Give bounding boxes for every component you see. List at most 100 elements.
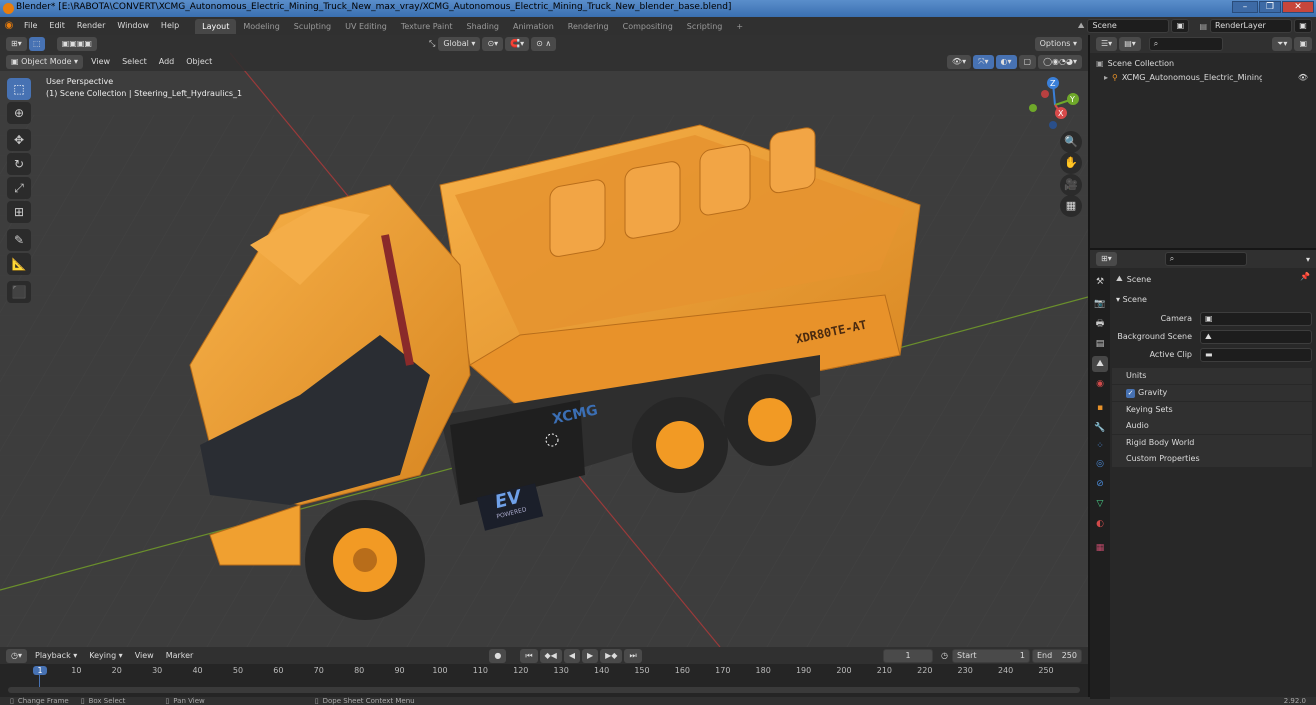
new-collection-icon[interactable]: ▣ (1294, 37, 1312, 51)
shading-mode-icon[interactable]: ◯◉◔◕▾ (1038, 55, 1082, 69)
jump-end-icon[interactable]: ⏭ (624, 648, 642, 663)
rotate-tool-icon[interactable]: ↻ (7, 153, 31, 175)
tab-rendering[interactable]: Rendering (561, 19, 616, 34)
world-tab-icon[interactable]: ◉ (1092, 376, 1108, 392)
add-cube-tool-icon[interactable]: ⬛ (7, 281, 31, 303)
annotate-tool-icon[interactable]: ✎ (7, 229, 31, 251)
current-frame-field[interactable]: 1 (883, 648, 934, 663)
menu-timeline-view[interactable]: View (129, 647, 160, 665)
object-tab-icon[interactable]: ▪ (1092, 400, 1108, 416)
active-clip-field[interactable]: ▬ (1200, 348, 1312, 362)
scene-section-header[interactable]: ▾ Scene (1116, 292, 1147, 308)
background-scene-field[interactable]: ⛰ (1200, 330, 1312, 344)
play-reverse-icon[interactable]: ◀ (563, 648, 580, 663)
menu-marker[interactable]: Marker (160, 647, 200, 665)
view-layer-selector[interactable]: RenderLayer (1210, 19, 1292, 33)
menu-view[interactable]: View (85, 53, 116, 71)
menu-file[interactable]: File (18, 17, 43, 35)
properties-editor-type-icon[interactable]: ⊞▾ (1096, 252, 1117, 266)
menu-keying[interactable]: Keying ▾ (83, 647, 128, 665)
output-tab-icon[interactable]: 🖶 (1092, 316, 1108, 332)
cursor-tool-icon[interactable]: ⊕ (7, 102, 31, 124)
visibility-eye-icon[interactable]: 👁 (1298, 73, 1308, 82)
timeline-ruler[interactable]: 1 10 20 30 40 50 60 70 80 90 100 110 120 130 140 150 160… (0, 664, 1088, 682)
display-mode-icon[interactable]: ▤▾ (1119, 37, 1141, 51)
menu-render[interactable]: Render (71, 17, 111, 35)
move-tool-icon[interactable]: ✥ (7, 129, 31, 151)
tab-compositing[interactable]: Compositing (616, 19, 680, 34)
gizmo-toggle-icon[interactable]: ⤧▾ (973, 55, 994, 69)
proportional-edit-icon[interactable]: ⊙ ∧ (531, 37, 557, 51)
zoom-icon[interactable]: 🔍 (1060, 131, 1082, 153)
audio-panel[interactable]: Audio (1112, 418, 1312, 434)
prev-keyframe-icon[interactable]: ◆◀ (539, 648, 562, 663)
add-workspace-button[interactable]: + (729, 19, 750, 34)
new-scene-icon[interactable]: ▣ (1171, 19, 1190, 33)
filter-icon[interactable]: ⏷▾ (1272, 37, 1293, 51)
units-panel[interactable]: Units (1112, 368, 1312, 384)
custom-properties-panel[interactable]: Custom Properties (1112, 451, 1312, 467)
tab-texture-paint[interactable]: Texture Paint (394, 19, 460, 34)
select-box-tool-icon[interactable]: ⬚ (7, 78, 31, 100)
jump-start-icon[interactable]: ⏮ (520, 648, 538, 663)
menu-add[interactable]: Add (153, 53, 181, 71)
camera-view-icon[interactable]: 🎥 (1060, 174, 1082, 196)
transform-tool-icon[interactable]: ⊞ (7, 201, 31, 223)
pivot-icon[interactable]: ⊙▾ (482, 37, 504, 51)
data-tab-icon[interactable]: ▽ (1092, 496, 1108, 512)
gravity-panel[interactable]: ✓ Gravity (1112, 385, 1312, 401)
scale-tool-icon[interactable]: ⤢ (7, 177, 31, 199)
physics-tab-icon[interactable]: ◎ (1092, 456, 1108, 472)
visibility-icon[interactable]: 👁▾ (946, 55, 972, 69)
view-layer-tab-icon[interactable]: ▤ (1092, 336, 1108, 352)
tab-layout[interactable]: Layout (195, 19, 237, 34)
next-keyframe-icon[interactable]: ▶◆ (600, 648, 623, 663)
gravity-checkbox[interactable]: ✓ (1126, 389, 1135, 398)
rigid-body-world-panel[interactable]: Rigid Body World (1112, 435, 1312, 451)
properties-editor[interactable]: ⊞▾ ⌕ ▾ ⚒ 📷 🖶 ▤ ⛰ ◉ ▪ 🔧 ⁘ ◎ ⊘ ▽ ◐ ▦ ⛰ Sce… (1088, 248, 1316, 699)
expand-arrow-icon[interactable]: ▸ (1104, 73, 1108, 82)
material-tab-icon[interactable]: ◐ (1092, 516, 1108, 532)
3d-viewport[interactable]: XDR80TE-AT XCMG EV POWERED ⊞▾ ⬚ ▣▣▣▣ ⤡ G… (0, 35, 1088, 647)
outliner-editor-type-icon[interactable]: ☰▾ (1096, 37, 1118, 51)
menu-window[interactable]: Window (111, 17, 155, 35)
tab-sculpting[interactable]: Sculpting (287, 19, 338, 34)
maximize-button[interactable]: ❐ (1259, 1, 1281, 13)
scene-selector[interactable]: Scene (1087, 19, 1170, 33)
menu-playback[interactable]: Playback ▾ (29, 647, 83, 665)
outliner-item-truck[interactable]: ▸ ⚲ XCMG_Autonomous_Electric_Mining_Truc… (1104, 70, 1314, 84)
properties-search-input[interactable]: ⌕ (1164, 252, 1247, 266)
start-frame-field[interactable]: Start 1 (952, 648, 1030, 663)
blender-menu-icon[interactable]: ◉ (0, 17, 18, 35)
texture-tab-icon[interactable]: ▦ (1092, 540, 1108, 556)
menu-help[interactable]: Help (155, 17, 185, 35)
pin-icon[interactable]: 📌 (1300, 272, 1310, 281)
tab-modeling[interactable]: Modeling (236, 19, 286, 34)
end-frame-field[interactable]: End 250 (1032, 648, 1082, 663)
camera-field[interactable]: ▣ (1200, 312, 1312, 326)
modifier-tab-icon[interactable]: 🔧 (1092, 420, 1108, 436)
editor-type-icon[interactable]: ⊞▾ (6, 37, 27, 51)
pan-hand-icon[interactable]: ✋ (1060, 152, 1082, 174)
overlay-toggle-icon[interactable]: ◐▾ (995, 55, 1017, 69)
scene-tab-icon[interactable]: ⛰ (1092, 356, 1108, 372)
menu-select[interactable]: Select (116, 53, 153, 71)
outliner-scene-collection[interactable]: ▣ Scene Collection (1096, 56, 1174, 70)
particles-tab-icon[interactable]: ⁘ (1092, 438, 1108, 454)
selection-mode-icon[interactable]: ▣▣▣▣ (56, 37, 97, 51)
perspective-toggle-icon[interactable]: ▦ (1060, 195, 1082, 217)
snap-icon[interactable]: 🧲▾ (505, 37, 530, 51)
menu-object[interactable]: Object (180, 53, 218, 71)
measure-tool-icon[interactable]: 📐 (7, 253, 31, 275)
options-dropdown[interactable]: Options ▾ (1034, 37, 1082, 51)
keying-sets-panel[interactable]: Keying Sets (1112, 402, 1312, 418)
tab-animation[interactable]: Animation (506, 19, 561, 34)
xray-icon[interactable]: ▢ (1018, 55, 1037, 69)
outliner-editor[interactable]: ☰▾ ▤▾ ⌕ ⏷▾ ▣ ▣ Scene Collection ▸ ⚲ XCMG… (1088, 35, 1316, 248)
menu-edit[interactable]: Edit (43, 17, 71, 35)
timeline-scrollbar[interactable] (8, 687, 1080, 693)
select-tool-icon[interactable]: ⬚ (28, 37, 45, 51)
tool-tab-icon[interactable]: ⚒ (1092, 274, 1108, 290)
new-view-layer-icon[interactable]: ▣ (1294, 19, 1312, 33)
tab-scripting[interactable]: Scripting (680, 19, 730, 34)
